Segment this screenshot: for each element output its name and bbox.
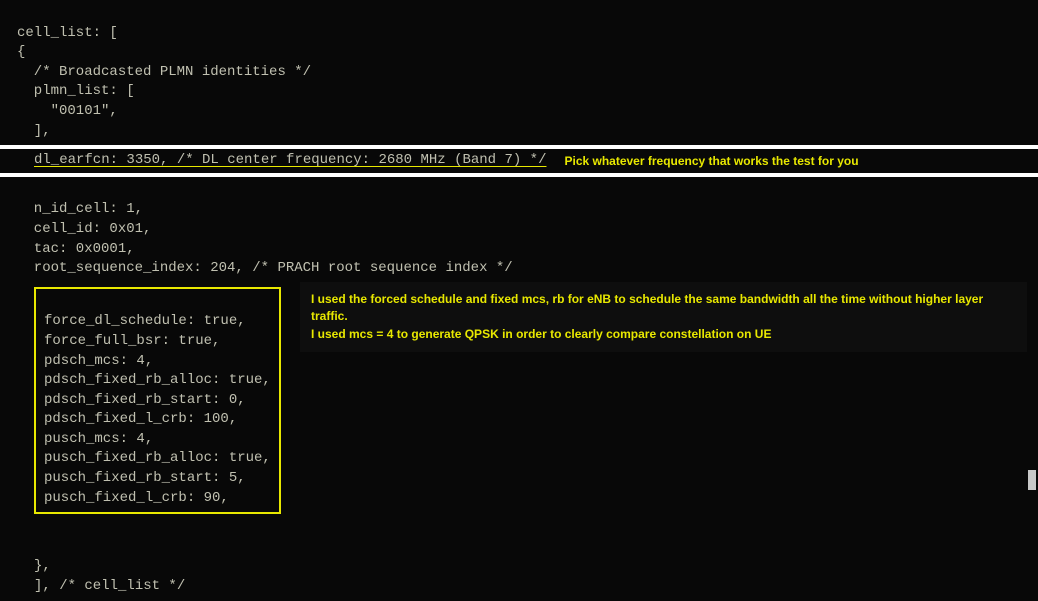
code-line: ], (17, 123, 51, 139)
code-line: force_dl_schedule: true, (44, 313, 246, 329)
code-line: plmn_list: [ (17, 83, 135, 99)
code-line: pusch_fixed_rb_alloc: true, (44, 450, 271, 466)
earfcn-code: dl_earfcn: 3350, /* DL center frequency:… (34, 151, 546, 171)
code-line: tac: 0x0001, (17, 241, 135, 257)
code-line: root_sequence_index: 204, /* PRACH root … (17, 260, 513, 276)
code-line: cell_id: 0x01, (17, 221, 151, 237)
scrollbar[interactable] (1028, 470, 1036, 490)
config-code-top: cell_list: [ { /* Broadcasted PLMN ident… (0, 0, 1038, 145)
code-line: pdsch_mcs: 4, (44, 353, 153, 369)
code-line: ], /* cell_list */ (34, 578, 185, 594)
code-line: "00101", (17, 103, 118, 119)
code-line: pusch_mcs: 4, (44, 431, 153, 447)
section2a: n_id_cell: 1, cell_id: 0x01, tac: 0x0001… (17, 177, 1038, 283)
highlighted-config-box: force_dl_schedule: true, force_full_bsr:… (34, 287, 281, 515)
earfcn-row: dl_earfcn: 3350, /* DL center frequency:… (0, 149, 1038, 173)
code-line: force_full_bsr: true, (44, 333, 220, 349)
code-line: n_id_cell: 1, (17, 201, 143, 217)
earfcn-annotation: Pick whatever frequency that works the t… (564, 153, 858, 170)
annotation-line: I used mcs = 4 to generate QPSK in order… (311, 326, 1016, 343)
code-line: /* Broadcasted PLMN identities */ (17, 64, 311, 80)
config-code-bottom: }, ], /* cell_list */ (17, 514, 1038, 600)
code-line: pdsch_fixed_l_crb: 100, (44, 411, 237, 427)
annotation-callout: I used the forced schedule and fixed mcs… (300, 282, 1027, 352)
code-line: cell_list: [ (17, 25, 118, 41)
code-line: pusch_fixed_rb_start: 5, (44, 470, 246, 486)
code-line: pusch_fixed_l_crb: 90, (44, 490, 229, 506)
config-code-main: n_id_cell: 1, cell_id: 0x01, tac: 0x0001… (0, 177, 1038, 601)
code-line: }, (34, 558, 51, 574)
code-line: pdsch_fixed_rb_start: 0, (44, 392, 246, 408)
code-line: { (17, 44, 25, 60)
code-line: pdsch_fixed_rb_alloc: true, (44, 372, 271, 388)
annotation-line: I used the forced schedule and fixed mcs… (311, 291, 1016, 326)
